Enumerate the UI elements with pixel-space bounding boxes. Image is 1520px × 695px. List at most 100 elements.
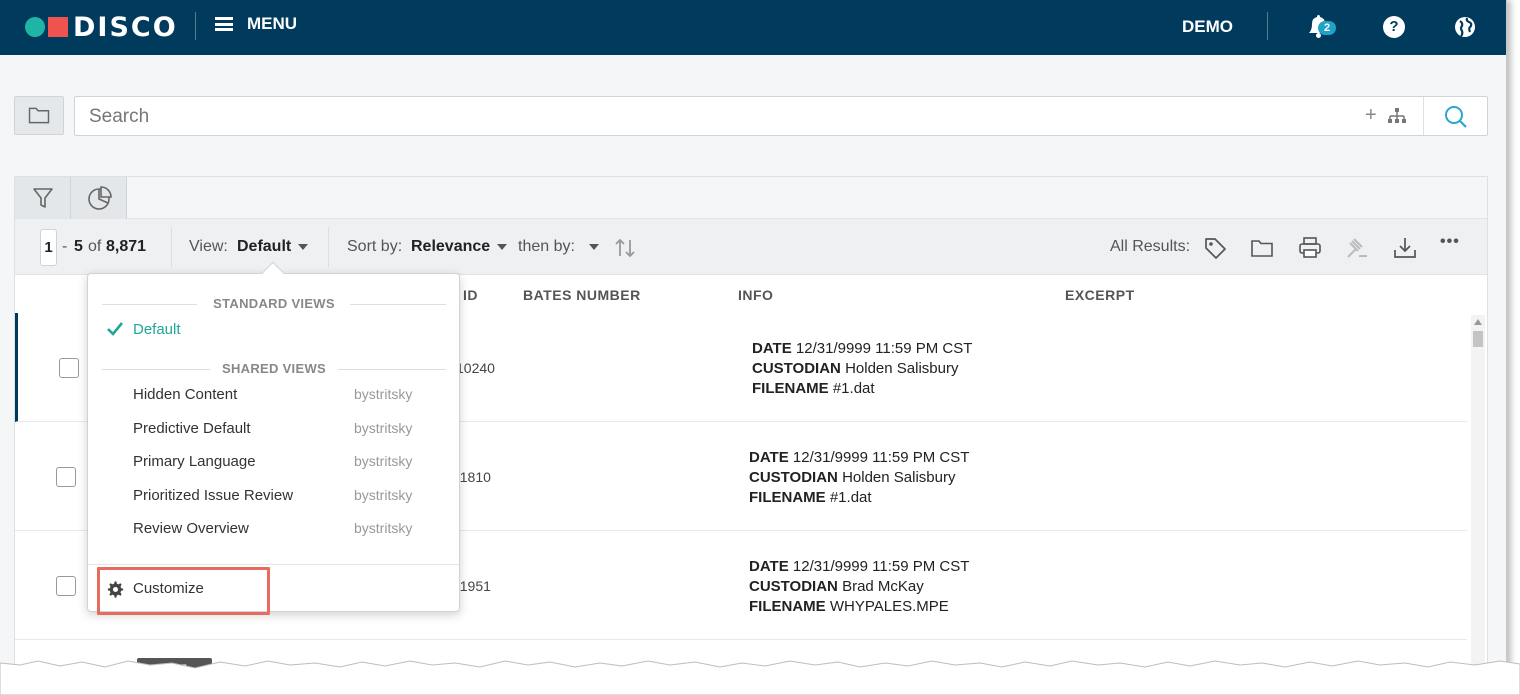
folder-button[interactable] bbox=[14, 96, 64, 135]
header-divider bbox=[195, 12, 196, 40]
date-value: 12/31/9999 11:59 PM CST bbox=[795, 340, 973, 357]
page-start-input[interactable]: 1 bbox=[40, 229, 57, 266]
chevron-down-icon bbox=[497, 243, 508, 250]
logo-circle bbox=[25, 17, 45, 37]
date-label: DATE bbox=[749, 449, 789, 466]
add-search-button[interactable]: + bbox=[1365, 104, 1377, 127]
hierarchy-icon[interactable] bbox=[1387, 106, 1407, 126]
custodian-value: Brad McKay bbox=[842, 578, 924, 595]
filename-value: #1.dat bbox=[829, 489, 872, 506]
total-count: 8,871 bbox=[106, 238, 147, 255]
view-option-predictive-default[interactable]: Predictive Default bbox=[133, 420, 251, 437]
disco-logo[interactable]: DISCO bbox=[25, 11, 178, 43]
tab-analytics[interactable] bbox=[71, 177, 127, 219]
view-dropdown-menu: STANDARD VIEWS Default SHARED VIEWS Hidd… bbox=[87, 261, 460, 615]
filename-label: FILENAME bbox=[749, 598, 826, 615]
column-header-info[interactable]: INFO bbox=[738, 287, 773, 303]
panel-tabs bbox=[15, 177, 1487, 219]
view-option-hidden-content[interactable]: Hidden Content bbox=[133, 386, 237, 403]
view-label: View: bbox=[189, 238, 228, 255]
chevron-down-icon bbox=[298, 243, 309, 250]
results-toolbar: 1 - 5 of 8,871 View: Default Sort by: Re… bbox=[15, 219, 1487, 275]
date-label: DATE bbox=[752, 340, 792, 357]
toolbar-separator bbox=[171, 227, 172, 267]
customize-view-button[interactable]: Customize bbox=[133, 580, 204, 597]
custodian-label: CUSTODIAN bbox=[749, 578, 838, 595]
filename-label: FILENAME bbox=[749, 489, 826, 506]
doc-id: 10240 bbox=[456, 360, 495, 376]
download-icon[interactable] bbox=[1393, 236, 1417, 260]
logo-text: DISCO bbox=[73, 11, 178, 43]
workspace-name[interactable]: DEMO bbox=[1182, 17, 1233, 37]
notification-badge: 2 bbox=[1318, 21, 1337, 35]
folder-icon[interactable] bbox=[1250, 236, 1274, 260]
torn-edge-decoration bbox=[0, 660, 1520, 695]
sort-icon[interactable] bbox=[613, 236, 637, 260]
view-owner: bystritsky bbox=[354, 420, 413, 436]
row-info: DATE 12/31/9999 11:59 PM CST CUSTODIAN H… bbox=[752, 339, 972, 399]
help-icon[interactable]: ? bbox=[1383, 16, 1405, 38]
view-select[interactable]: Default bbox=[237, 238, 309, 256]
checkmark-icon bbox=[107, 322, 124, 336]
page-end: 5 bbox=[74, 238, 83, 255]
hamburger-icon bbox=[215, 17, 233, 31]
standard-views-label: STANDARD VIEWS bbox=[213, 296, 335, 311]
row-checkbox[interactable] bbox=[56, 467, 76, 487]
folder-icon bbox=[28, 107, 50, 124]
view-value: Default bbox=[237, 238, 292, 255]
view-owner: bystritsky bbox=[354, 520, 413, 536]
dropdown-divider bbox=[88, 564, 459, 565]
custodian-label: CUSTODIAN bbox=[749, 469, 838, 486]
row-checkbox[interactable] bbox=[56, 576, 76, 596]
search-icon[interactable] bbox=[1443, 104, 1469, 130]
search-bar: + bbox=[74, 96, 1488, 136]
shared-views-label: SHARED VIEWS bbox=[221, 361, 326, 376]
filename-value: #1.dat bbox=[832, 380, 875, 397]
range-separator: - bbox=[62, 238, 68, 255]
toolbar-separator bbox=[328, 227, 329, 267]
view-option-default[interactable]: Default bbox=[133, 321, 181, 338]
view-owner: bystritsky bbox=[354, 453, 413, 469]
view-option-prioritized-issue-review[interactable]: Prioritized Issue Review bbox=[133, 487, 293, 504]
logo-square bbox=[48, 17, 68, 37]
chevron-down-icon bbox=[588, 243, 599, 250]
standard-views-header: STANDARD VIEWS bbox=[102, 296, 446, 312]
scroll-up-icon[interactable] bbox=[1474, 319, 1482, 325]
row-info: DATE 12/31/9999 11:59 PM CST CUSTODIAN B… bbox=[749, 557, 969, 617]
all-results-label: All Results: bbox=[1110, 238, 1191, 255]
row-info: DATE 12/31/9999 11:59 PM CST CUSTODIAN H… bbox=[749, 448, 969, 508]
filter-icon bbox=[33, 188, 53, 208]
row-checkbox[interactable] bbox=[59, 358, 79, 378]
menu-button[interactable]: MENU bbox=[215, 14, 297, 34]
globe-icon[interactable] bbox=[1454, 16, 1476, 38]
search-input[interactable] bbox=[87, 105, 1287, 129]
menu-label: MENU bbox=[247, 14, 298, 33]
header-divider bbox=[1267, 12, 1268, 40]
app-window: DISCO MENU DEMO 2 ? + bbox=[0, 0, 1507, 687]
more-actions-button[interactable]: ••• bbox=[1440, 233, 1460, 251]
sort-select[interactable]: Relevance bbox=[411, 238, 508, 256]
filename-value: WHYPALES.MPE bbox=[829, 598, 949, 615]
tag-icon[interactable] bbox=[1203, 236, 1227, 260]
view-owner: bystritsky bbox=[354, 386, 413, 402]
results-scrollbar[interactable] bbox=[1471, 315, 1485, 687]
date-value: 12/31/9999 11:59 PM CST bbox=[792, 449, 970, 466]
then-by-select[interactable]: then by: bbox=[518, 238, 599, 256]
shared-views-header: SHARED VIEWS bbox=[102, 361, 446, 377]
column-header-excerpt[interactable]: EXCERPT bbox=[1065, 287, 1135, 303]
tab-filters[interactable] bbox=[15, 177, 71, 219]
date-value: 12/31/9999 11:59 PM CST bbox=[792, 558, 970, 575]
column-header-bates[interactable]: BATES NUMBER bbox=[523, 287, 641, 303]
sort-label: Sort by: bbox=[347, 238, 403, 255]
gavel-icon[interactable] bbox=[1345, 236, 1369, 260]
scrollbar-thumb[interactable] bbox=[1473, 331, 1483, 347]
search-separator bbox=[1423, 97, 1424, 135]
pie-chart-icon bbox=[88, 186, 112, 210]
view-option-review-overview[interactable]: Review Overview bbox=[133, 520, 249, 537]
view-option-primary-language[interactable]: Primary Language bbox=[133, 453, 256, 470]
custodian-label: CUSTODIAN bbox=[752, 360, 841, 377]
filename-label: FILENAME bbox=[752, 380, 829, 397]
print-icon[interactable] bbox=[1298, 236, 1322, 260]
custodian-value: Holden Salisbury bbox=[842, 469, 956, 486]
view-owner: bystritsky bbox=[354, 487, 413, 503]
